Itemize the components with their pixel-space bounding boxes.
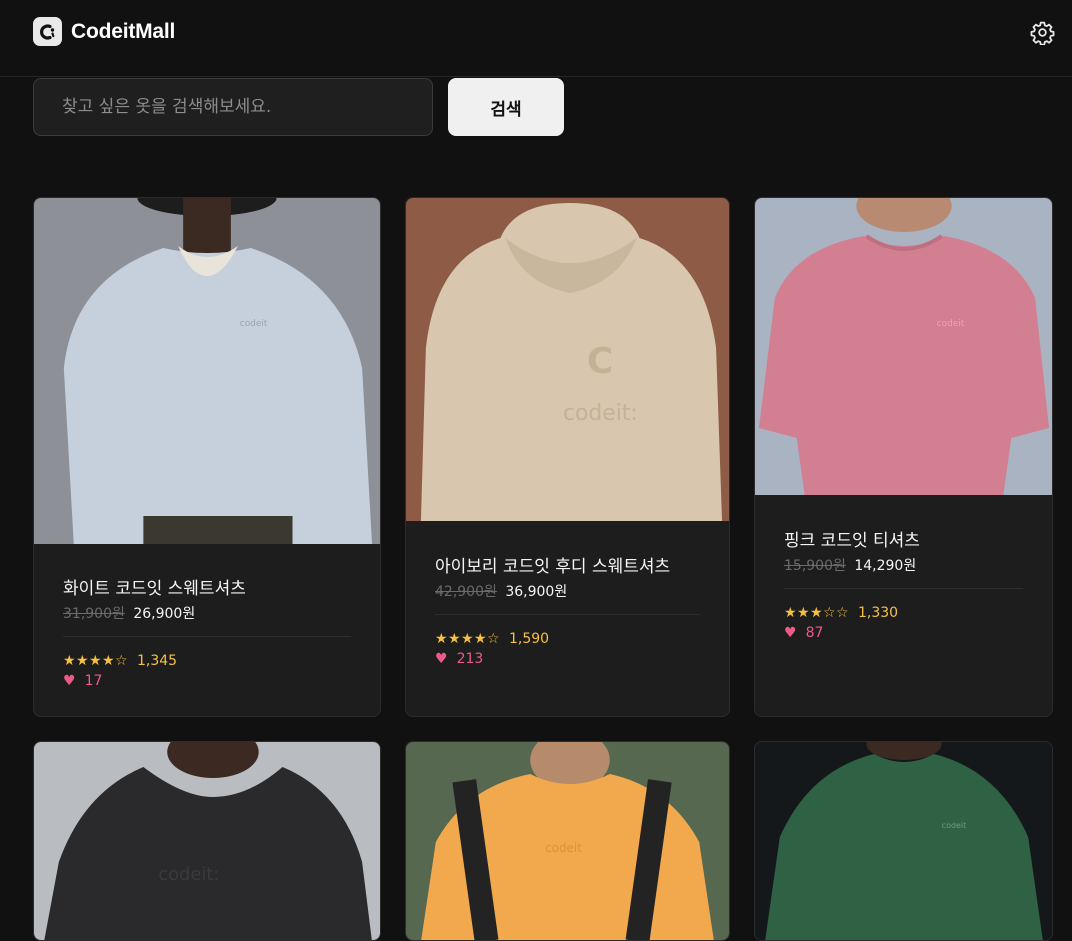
likes: ♥ 87 [784,625,1023,641]
review-count: 1,590 [509,631,550,647]
rating: ★ ★ ★ ★ ☆ 1,590 [435,631,700,647]
star-empty-icon: ☆ [823,605,836,621]
heart-icon: ♥ [63,673,76,689]
product-price: 42,900원 36,900원 [435,581,700,601]
product-image: codeit [406,742,729,940]
sale-price: 36,900원 [505,584,568,600]
star-empty-icon: ☆ [115,653,128,669]
product-price: 31,900원 26,900원 [63,603,351,623]
like-count: 87 [805,625,824,641]
star-filled-icon: ★ [461,631,474,647]
like-count: 17 [84,673,103,689]
original-price: 15,900원 [784,558,846,574]
product-image: codeit [34,198,380,544]
likes: ♥ 17 [63,673,351,689]
star-filled-icon: ★ [89,653,102,669]
star-rating: ★ ★ ★ ★ ☆ [435,632,500,646]
svg-text:codeit:: codeit: [158,864,219,885]
star-filled-icon: ★ [810,605,823,621]
product-card[interactable]: codeit 핑크 코드잇 티셔츠 15,900원 14,290원 ★ ★ ★ … [754,197,1053,717]
product-card[interactable]: codeit 화이트 코드잇 스웨트셔츠 31,900원 26,900원 ★ ★… [33,197,381,717]
heart-icon: ♥ [435,651,448,667]
svg-text:codeit: codeit [937,319,965,329]
star-filled-icon: ★ [474,631,487,647]
sale-price: 14,290원 [854,558,917,574]
svg-text:codeit: codeit [942,821,966,830]
star-empty-icon: ☆ [836,605,849,621]
logo-icon [33,17,62,46]
search-button[interactable]: 검색 [448,78,564,136]
product-card[interactable]: codeit: [33,741,381,941]
star-empty-icon: ☆ [487,631,500,647]
product-price: 15,900원 14,290원 [784,555,1023,575]
svg-text:codeit: codeit [545,841,582,855]
rating: ★ ★ ★ ☆ ☆ 1,330 [784,605,1023,621]
product-image: codeit [755,198,1052,495]
gear-icon[interactable] [1030,20,1055,46]
star-filled-icon: ★ [76,653,89,669]
search-input[interactable] [33,78,433,136]
search-bar: 검색 [33,78,564,136]
svg-text:codeit: codeit [240,319,268,329]
product-image: C codeit: [406,198,729,521]
product-card[interactable]: C codeit: 아이보리 코드잇 후디 스웨트셔츠 42,900원 36,9… [405,197,730,717]
original-price: 42,900원 [435,584,497,600]
product-card[interactable]: codeit [405,741,730,941]
original-price: 31,900원 [63,606,125,622]
product-name: 아이보리 코드잇 후디 스웨트셔츠 [435,557,671,577]
rating: ★ ★ ★ ★ ☆ 1,345 [63,653,351,669]
top-header: CodeitMall [0,0,1072,77]
divider [63,636,351,637]
divider [435,614,700,615]
review-count: 1,330 [858,605,899,621]
star-filled-icon: ★ [797,605,810,621]
heart-icon: ♥ [784,625,797,641]
product-image: codeit [755,742,1052,940]
svg-text:C: C [587,341,613,382]
review-count: 1,345 [137,653,178,669]
logo[interactable]: CodeitMall [33,17,175,46]
product-image: codeit: [34,742,380,940]
star-filled-icon: ★ [784,605,797,621]
likes: ♥ 213 [435,651,700,667]
logo-text: CodeitMall [71,19,176,43]
star-filled-icon: ★ [63,653,76,669]
svg-text:codeit:: codeit: [563,401,638,426]
product-card[interactable]: codeit [754,741,1053,941]
star-filled-icon: ★ [435,631,448,647]
star-filled-icon: ★ [448,631,461,647]
star-rating: ★ ★ ★ ☆ ☆ [784,606,849,620]
star-rating: ★ ★ ★ ★ ☆ [63,654,128,668]
like-count: 213 [456,651,484,667]
product-name: 화이트 코드잇 스웨트셔츠 [63,579,246,599]
star-filled-icon: ★ [102,653,115,669]
divider [784,588,1023,589]
product-name: 핑크 코드잇 티셔츠 [784,531,920,551]
sale-price: 26,900원 [133,606,196,622]
